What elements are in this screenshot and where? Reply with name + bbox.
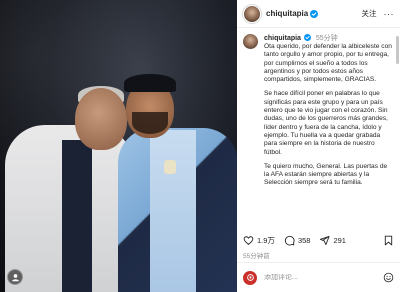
post-header: chiquitapia 关注 ··· bbox=[237, 0, 400, 28]
caption-body: chiquitapia 55分钟 Ota querido, por defend… bbox=[264, 34, 392, 194]
follow-button[interactable]: 关注 bbox=[362, 8, 377, 19]
bookmark-icon[interactable] bbox=[383, 235, 394, 246]
caption-paragraph: Se hace difícil poner en palabras lo que… bbox=[264, 90, 388, 156]
caption-row: chiquitapia 55分钟 Ota querido, por defend… bbox=[243, 34, 392, 194]
person-right-jersey bbox=[150, 130, 196, 292]
person-right-cap bbox=[124, 74, 176, 92]
person-left-head bbox=[75, 88, 127, 150]
person-right-beard bbox=[132, 112, 168, 134]
verified-badge-icon bbox=[310, 9, 319, 18]
paper-plane-icon[interactable] bbox=[319, 235, 330, 246]
smiley-icon[interactable] bbox=[383, 272, 394, 283]
caption-scrollbar[interactable] bbox=[396, 36, 399, 64]
person-left-shirt bbox=[62, 140, 92, 292]
like-count: 1.9万 bbox=[257, 235, 275, 245]
verified-badge-icon bbox=[303, 34, 311, 41]
user-tag-icon[interactable] bbox=[7, 269, 23, 285]
comment-bubble-icon[interactable] bbox=[284, 235, 295, 246]
caption-avatar[interactable] bbox=[243, 34, 258, 49]
share-action[interactable]: 291 bbox=[319, 235, 346, 246]
comment-count: 358 bbox=[297, 235, 311, 245]
jersey-emblem bbox=[164, 160, 176, 174]
caption-area: chiquitapia 55分钟 Ota querido, por defend… bbox=[237, 29, 400, 229]
caption-header: chiquitapia 55分钟 bbox=[264, 34, 392, 43]
comment-action[interactable]: 358 bbox=[284, 235, 311, 246]
heart-icon[interactable] bbox=[243, 235, 254, 246]
comment-bar bbox=[237, 262, 400, 292]
post-detail-panel: chiquitapia 关注 ··· chiquitapia 55分钟 Ota … bbox=[237, 0, 400, 292]
caption-username[interactable]: chiquitapia bbox=[264, 35, 301, 42]
author-avatar[interactable] bbox=[243, 4, 261, 23]
like-action[interactable]: 1.9万 bbox=[243, 235, 275, 246]
more-options-button[interactable]: ··· bbox=[384, 9, 395, 19]
caption-paragraph: Te quiero mucho, General. Las puertas de… bbox=[264, 162, 388, 187]
post-photo[interactable] bbox=[0, 0, 237, 292]
author-username[interactable]: chiquitapia bbox=[266, 9, 308, 18]
caption-time: 55分钟 bbox=[315, 35, 338, 42]
caption-paragraph: Ota querido, por defender la albiceleste… bbox=[264, 43, 392, 84]
action-bar: 1.9万 358 291 bbox=[237, 230, 400, 250]
share-count: 291 bbox=[333, 235, 346, 245]
current-user-avatar bbox=[243, 270, 257, 285]
comment-input[interactable] bbox=[264, 274, 379, 281]
post-timestamp: 55分钟前 bbox=[243, 253, 270, 260]
